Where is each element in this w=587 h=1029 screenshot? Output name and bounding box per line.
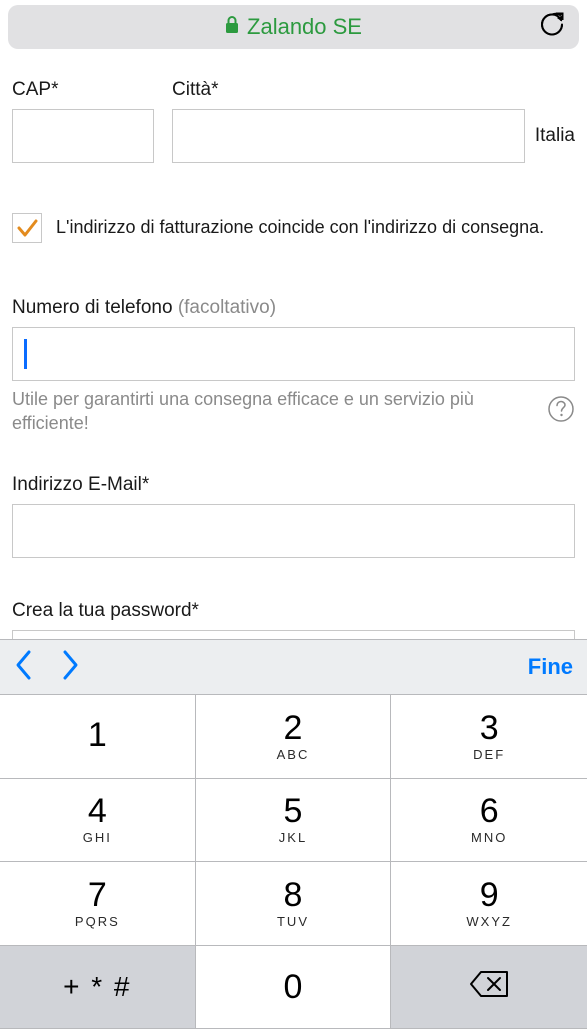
checkbox-box[interactable] [12,213,42,243]
cap-input[interactable] [12,109,154,163]
key-digit: 4 [88,794,107,828]
key-letters: WXYZ [466,914,512,929]
password-label: Crea la tua password* [12,600,575,622]
key-digit: 7 [88,878,107,912]
prev-field-icon[interactable] [14,648,34,687]
browser-address-bar[interactable]: Zalando SE [8,5,579,49]
key-6[interactable]: 6 MNO [391,779,587,863]
reload-icon[interactable] [539,11,565,44]
key-1[interactable]: 1 [0,695,196,779]
key-4[interactable]: 4 GHI [0,779,196,863]
numeric-keypad: 1 2 ABC 3 DEF 4 GHI 5 JKL 6 MNO 7 PQRS 8… [0,695,587,1029]
key-7[interactable]: 7 PQRS [0,862,196,946]
key-9[interactable]: 9 WXYZ [391,862,587,946]
key-digit: 2 [284,711,303,745]
checkmark-icon [15,216,39,240]
key-digit: 3 [480,711,499,745]
key-2[interactable]: 2 ABC [196,695,392,779]
phone-help-text: Utile per garantirti una consegna effica… [12,387,535,436]
phone-input[interactable] [12,327,575,381]
phone-label-main: Numero di telefono [12,297,178,318]
key-digit: 8 [284,878,303,912]
text-caret [24,339,27,369]
key-5[interactable]: 5 JKL [196,779,392,863]
key-letters: DEF [473,747,505,762]
keyboard-accessory-bar: Fine [0,639,587,695]
key-digit: 0 [284,970,303,1004]
keyboard-done-button[interactable]: Fine [528,654,573,680]
backspace-icon [469,970,509,1003]
email-label: Indirizzo E-Mail* [12,474,575,496]
phone-label-optional: (facoltativo) [178,297,276,318]
key-digit: 9 [480,878,499,912]
email-input[interactable] [12,504,575,558]
key-symbols[interactable]: + * # [0,946,196,1029]
key-letters: GHI [83,830,112,845]
key-letters: TUV [277,914,309,929]
billing-checkbox-label: L'indirizzo di fatturazione coincide con… [56,216,544,239]
key-backspace[interactable] [391,946,587,1029]
key-letters: MNO [471,830,507,845]
site-name: Zalando SE [247,14,362,40]
key-0[interactable]: 0 [196,946,392,1029]
key-8[interactable]: 8 TUV [196,862,392,946]
address-bar-center: Zalando SE [225,14,362,40]
key-digit: 6 [480,794,499,828]
billing-checkbox-row[interactable]: L'indirizzo di fatturazione coincide con… [12,213,575,243]
lock-icon [225,16,239,39]
country-label: Italia [535,125,575,163]
key-letters: ABC [277,747,310,762]
field-cap: CAP* [12,79,154,163]
city-input[interactable] [172,109,525,163]
key-symbols-label: + * # [63,971,131,1003]
key-3[interactable]: 3 DEF [391,695,587,779]
phone-label: Numero di telefono (facoltativo) [12,297,575,319]
city-label: Città* [172,79,525,101]
key-letters: JKL [279,830,307,845]
field-city: Città* [172,79,525,163]
next-field-icon[interactable] [60,648,80,687]
key-letters: PQRS [75,914,120,929]
help-icon[interactable] [547,395,575,428]
key-digit: 5 [284,794,303,828]
cap-label: CAP* [12,79,154,101]
key-digit: 1 [88,718,107,752]
